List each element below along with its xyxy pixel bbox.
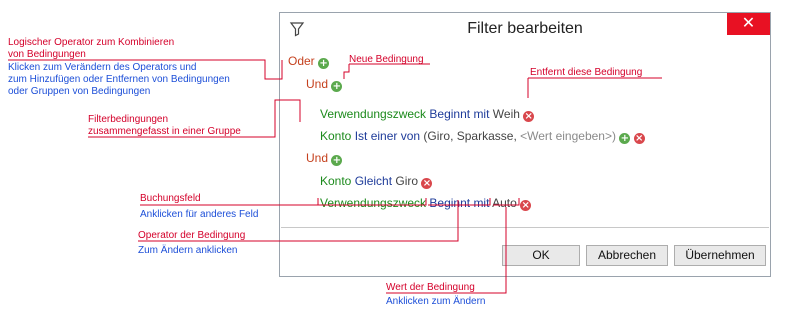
group2-operator[interactable]: Und: [306, 151, 328, 165]
minus-circle-icon[interactable]: ×: [633, 133, 645, 144]
annotation-field: Buchungsfeld: [140, 193, 201, 204]
root-operator-row: Oder +: [288, 52, 330, 70]
group1-operator[interactable]: Und: [306, 77, 328, 91]
close-button[interactable]: ✕: [727, 13, 770, 35]
condition-field[interactable]: Konto: [320, 174, 351, 188]
annotation-group: Filterbedingungen zusammengefasst in ein…: [88, 114, 241, 137]
annotation-logic-operator: Logischer Operator zum Kombinieren von B…: [8, 37, 175, 60]
condition-operator[interactable]: Beginnt mit: [429, 196, 489, 210]
root-operator[interactable]: Oder: [288, 54, 315, 68]
cancel-button[interactable]: Abbrechen: [586, 245, 668, 266]
condition-operator[interactable]: Ist einer von: [355, 129, 420, 143]
condition-operator[interactable]: Gleicht: [355, 174, 392, 188]
minus-circle-icon[interactable]: ×: [421, 178, 433, 189]
condition-operator[interactable]: Beginnt mit: [429, 107, 489, 121]
condition-row: Verwendungszweck Beginnt mit Weih ×: [320, 105, 535, 123]
annotation-value: Wert der Bedingung: [386, 282, 475, 293]
dialog-title: Filter bearbeiten: [467, 20, 583, 37]
title-bar: Filter bearbeiten ✕: [280, 13, 770, 47]
condition-row: Konto Ist einer von (Giro, Sparkasse, <W…: [320, 127, 645, 145]
annotation-operator: Operator der Bedingung: [138, 230, 246, 241]
condition-value[interactable]: Giro: [395, 174, 418, 188]
annotation-logic-operator-help: Klicken zum Verändern des Operators und …: [8, 62, 230, 97]
group2-operator-row: Und +: [306, 149, 343, 167]
value-placeholder[interactable]: <Wert eingeben>): [520, 129, 616, 143]
condition-field[interactable]: Konto: [320, 129, 351, 143]
plus-circle-icon[interactable]: +: [619, 133, 631, 144]
annotation-operator-help: Zum Ändern anklicken: [138, 245, 238, 256]
plus-circle-icon[interactable]: +: [318, 58, 330, 69]
condition-field[interactable]: Verwendungszweck: [320, 107, 426, 121]
annotation-remove-condition: Entfernt diese Bedingung: [530, 67, 643, 78]
annotation-field-help: Anklicken für anderes Feld: [140, 209, 259, 220]
condition-value[interactable]: (Giro, Sparkasse,: [423, 129, 516, 143]
condition-value[interactable]: Weih: [493, 107, 520, 121]
apply-button[interactable]: Übernehmen: [674, 245, 766, 266]
separator: [281, 227, 769, 228]
minus-circle-icon[interactable]: ×: [520, 200, 532, 211]
filter-dialog: Filter bearbeiten ✕ Oder + Und + Verwend…: [279, 12, 771, 277]
condition-row: Konto Gleicht Giro ×: [320, 172, 433, 190]
annotation-new-condition: Neue Bedingung: [349, 54, 424, 65]
plus-circle-icon[interactable]: +: [331, 81, 343, 92]
condition-value[interactable]: Auto: [492, 196, 517, 210]
ok-button[interactable]: OK: [502, 245, 580, 266]
condition-field[interactable]: Verwendungszweck: [320, 196, 426, 210]
minus-circle-icon[interactable]: ×: [523, 111, 535, 122]
plus-circle-icon[interactable]: +: [331, 155, 343, 166]
filter-tree: Oder + Und + Verwendungszweck Beginnt mi…: [280, 47, 770, 227]
close-icon: ✕: [741, 15, 756, 32]
group1-operator-row: Und +: [306, 75, 343, 93]
condition-row: Verwendungszweck Beginnt mit Auto ×: [320, 194, 532, 212]
annotation-value-help: Anklicken zum Ändern: [386, 296, 486, 307]
